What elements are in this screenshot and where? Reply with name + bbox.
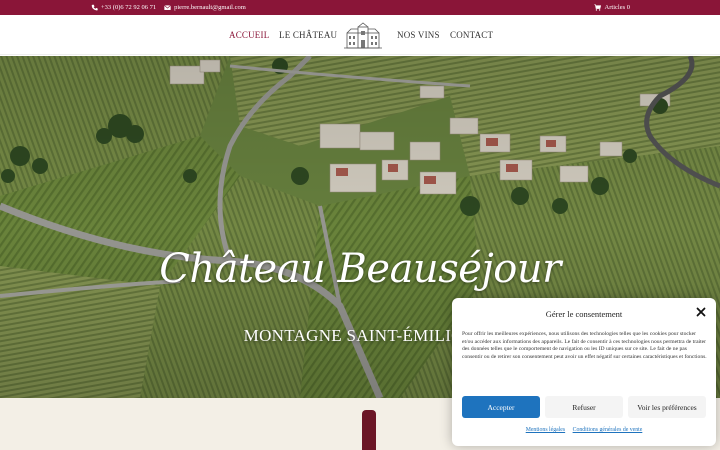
chateau-logo-icon[interactable]: [343, 21, 383, 51]
wine-bottle-image: [362, 410, 376, 450]
nav-item-contact[interactable]: CONTACT: [450, 30, 493, 40]
main-nav: ACCUEIL LE CHÂTEAU NOS VINS CONTACT: [0, 15, 720, 55]
consent-links: Mentions légales Conditions générales de…: [452, 427, 716, 433]
close-icon[interactable]: [696, 307, 706, 317]
accept-button[interactable]: Accepter: [462, 396, 540, 418]
consent-description: Pour offrir les meilleures expériences, …: [462, 331, 707, 360]
consent-buttons: Accepter Refuser Voir les préférences: [462, 396, 706, 418]
mail-icon: [164, 5, 171, 10]
view-preferences-button[interactable]: Voir les préférences: [628, 396, 706, 418]
phone-icon: [91, 4, 98, 11]
nav-item-accueil[interactable]: ACCUEIL: [229, 30, 269, 40]
cart-icon: [593, 4, 601, 11]
nav-item-le-chateau[interactable]: LE CHÂTEAU: [279, 30, 337, 40]
cart-count: Articles 0: [604, 4, 630, 11]
email-link[interactable]: pierre.bernault@gmail.com: [164, 4, 246, 11]
email-address: pierre.bernault@gmail.com: [174, 4, 246, 11]
top-bar-contacts: +33 (0)6 72 92 06 71 pierre.bernault@gma…: [91, 4, 246, 11]
nav-item-nos-vins[interactable]: NOS VINS: [397, 30, 440, 40]
top-bar: +33 (0)6 72 92 06 71 pierre.bernault@gma…: [0, 0, 720, 15]
cookie-consent-dialog: Gérer le consentement Pour offrir les me…: [452, 298, 716, 446]
consent-title: Gérer le consentement: [545, 309, 623, 319]
terms-of-sale-link[interactable]: Conditions générales de vente: [573, 427, 643, 433]
legal-notice-link[interactable]: Mentions légales: [526, 427, 565, 433]
hero-title: Château Beauséjour: [159, 246, 561, 292]
phone-link[interactable]: +33 (0)6 72 92 06 71: [91, 4, 156, 11]
cart-link[interactable]: Articles 0: [593, 4, 630, 11]
refuse-button[interactable]: Refuser: [545, 396, 623, 418]
phone-number: +33 (0)6 72 92 06 71: [101, 4, 157, 11]
